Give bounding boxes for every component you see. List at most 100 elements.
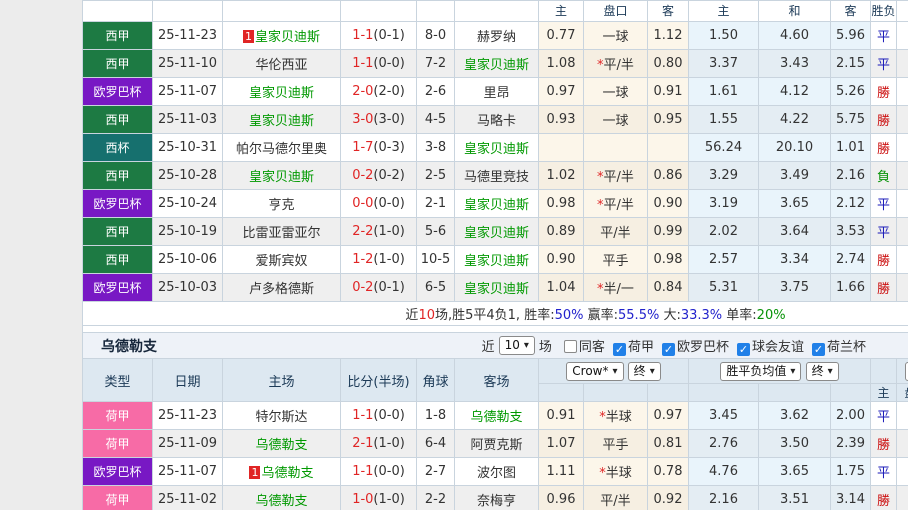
home-team[interactable]: 卢多格德斯 xyxy=(222,273,341,302)
corner-cell: 10-5 xyxy=(416,245,455,274)
checkbox-label[interactable]: 荷甲 xyxy=(628,340,654,355)
empty-header-cell xyxy=(416,0,455,22)
eu-draw-odds: 4.60 xyxy=(758,21,831,50)
checked-checkbox[interactable]: ✓ xyxy=(612,342,626,356)
eu-home-odds: 2.16 xyxy=(688,485,759,510)
league-badge[interactable]: 欧罗巴杯 xyxy=(82,189,153,218)
away-team[interactable]: 马德里竞技 xyxy=(454,161,539,190)
away-team[interactable]: 皇家贝迪斯 xyxy=(454,49,539,78)
home-team[interactable]: 乌德勒支 xyxy=(222,429,341,458)
ah-away-odds: 0.84 xyxy=(647,273,689,302)
score-cell: 1-7(0-3) xyxy=(340,133,417,162)
ah-home-odds: 0.90 xyxy=(538,245,584,274)
away-team[interactable]: 波尔图 xyxy=(454,457,539,486)
col-header-corner: 角球 xyxy=(416,358,455,402)
checked-checkbox[interactable]: ✓ xyxy=(736,342,750,356)
handicap-cell: 一球 xyxy=(583,21,648,50)
league-badge[interactable]: 西甲 xyxy=(82,105,153,134)
away-team[interactable]: 里昂 xyxy=(454,77,539,106)
away-team[interactable]: 阿贾克斯 xyxy=(454,429,539,458)
odds-subheader-row: 主盘口客主和客胜负进 xyxy=(82,0,908,22)
handicap-cell: *平/半 xyxy=(583,189,648,218)
league-badge[interactable]: 西甲 xyxy=(82,217,153,246)
league-badge[interactable]: 荷甲 xyxy=(82,429,153,458)
home-team[interactable]: 比雷亚雷亚尔 xyxy=(222,217,341,246)
edge-select[interactable]: 全 xyxy=(904,361,908,381)
ah-away-odds: 0.91 xyxy=(647,77,689,106)
home-team[interactable]: 乌德勒支 xyxy=(222,485,341,510)
handicap-cell: *半球 xyxy=(583,457,648,486)
league-badge[interactable]: 西甲 xyxy=(82,245,153,274)
live-handicap-marker: * xyxy=(597,282,604,297)
league-badge[interactable]: 欧罗巴杯 xyxy=(82,77,153,106)
match-date: 25-11-09 xyxy=(152,429,223,458)
away-team[interactable]: 乌德勒支 xyxy=(454,401,539,430)
final-odds-select[interactable]: 终 ▾ xyxy=(627,361,661,381)
handicap-cell: *半球 xyxy=(583,401,648,430)
checkbox-label[interactable]: 同客 xyxy=(579,340,605,355)
league-badge[interactable]: 西甲 xyxy=(82,21,153,50)
checked-checkbox[interactable]: ✓ xyxy=(811,342,825,356)
league-badge[interactable]: 荷甲 xyxy=(82,401,153,430)
league-badge[interactable]: 欧罗巴杯 xyxy=(82,273,153,302)
eu-draw-odds: 4.12 xyxy=(758,77,831,106)
away-team[interactable]: 皇家贝迪斯 xyxy=(454,189,539,218)
checkbox-label[interactable]: 荷兰杯 xyxy=(827,340,866,355)
goals-header-clipped: 进 xyxy=(896,0,908,22)
bookmaker-select[interactable]: Crow* ▾ xyxy=(566,361,624,381)
league-badge[interactable]: 欧罗巴杯 xyxy=(82,457,153,486)
home-team[interactable]: 1 皇家贝迪斯 xyxy=(222,21,341,50)
corner-cell: 8-0 xyxy=(416,21,455,50)
home-team[interactable]: 帕尔马德尔里奥 xyxy=(222,133,341,162)
checkbox-label[interactable]: 球会友谊 xyxy=(752,340,804,355)
summary-segment: 胜率: xyxy=(524,308,555,323)
away-team[interactable]: 皇家贝迪斯 xyxy=(454,245,539,274)
league-badge[interactable]: 西甲 xyxy=(82,161,153,190)
ah-home-odds: 0.98 xyxy=(538,189,584,218)
ah-home-odds: 0.93 xyxy=(538,105,584,134)
away-team[interactable]: 皇家贝迪斯 xyxy=(454,217,539,246)
league-badge[interactable]: 西甲 xyxy=(82,49,153,78)
ah-away-odds xyxy=(647,133,689,162)
home-team[interactable]: 皇家贝迪斯 xyxy=(222,161,341,190)
full-time-score: 0-2 xyxy=(352,280,374,295)
home-team[interactable]: 特尔斯达 xyxy=(222,401,341,430)
euro-final-select[interactable]: 终 ▾ xyxy=(805,361,839,381)
home-team[interactable]: 爱斯宾奴 xyxy=(222,245,341,274)
ah-away-odds: 0.99 xyxy=(647,217,689,246)
away-team[interactable]: 马略卡 xyxy=(454,105,539,134)
home-team[interactable]: 华伦西亚 xyxy=(222,49,341,78)
empty-header-cell xyxy=(829,383,872,402)
half-time-score: (1-0) xyxy=(373,252,405,267)
matches-label: 场 xyxy=(538,340,552,355)
recent-count-select[interactable]: 10 ▾ xyxy=(498,336,535,355)
corner-cell: 6-5 xyxy=(416,273,455,302)
checked-checkbox[interactable]: ✓ xyxy=(661,342,675,356)
rank-badge: 1 xyxy=(242,30,254,43)
record-summary: 近10场,胜5平4负1, 胜率:50% 赢率:55.5% 大:33.3% 单率:… xyxy=(405,308,785,323)
home-team[interactable]: 皇家贝迪斯 xyxy=(222,77,341,106)
home-team[interactable]: 1 乌德勒支 xyxy=(222,457,341,486)
home-team[interactable]: 亨克 xyxy=(222,189,341,218)
live-handicap-marker: * xyxy=(597,198,604,213)
home-team[interactable]: 皇家贝迪斯 xyxy=(222,105,341,134)
match-date: 25-11-23 xyxy=(152,21,223,50)
away-team[interactable]: 赫罗纳 xyxy=(454,21,539,50)
unchecked-checkbox[interactable] xyxy=(563,339,577,353)
eu-draw-odds: 3.64 xyxy=(758,217,831,246)
empty-header-cell xyxy=(152,0,223,22)
away-team[interactable]: 皇家贝迪斯 xyxy=(454,133,539,162)
match-row: 西甲 25-11-23 1 皇家贝迪斯 1-1(0-1) 8-0 赫罗纳 0.77 一球 1.12… xyxy=(82,21,908,50)
league-badge[interactable]: 西杯 xyxy=(82,133,153,162)
league-badge[interactable]: 荷甲 xyxy=(82,485,153,510)
result-cell: 勝 xyxy=(870,105,897,134)
score-cell: 1-1(0-0) xyxy=(340,457,417,486)
away-team[interactable]: 皇家贝迪斯 xyxy=(454,273,539,302)
checkbox-label[interactable]: 欧罗巴杯 xyxy=(677,340,729,355)
euro-average-select[interactable]: 胜平负均值 ▾ xyxy=(720,361,802,381)
filter-bar: 近 10 ▾ 场 同客 ✓ 荷甲 ✓ 欧罗巴杯 ✓ 球会友谊 ✓ 荷兰杯 xyxy=(482,336,908,356)
score-cell: 3-0(3-0) xyxy=(340,105,417,134)
score-cell: 2-1(1-0) xyxy=(340,429,417,458)
eu-draw-odds: 3.49 xyxy=(758,161,831,190)
away-team[interactable]: 奈梅亨 xyxy=(454,485,539,510)
